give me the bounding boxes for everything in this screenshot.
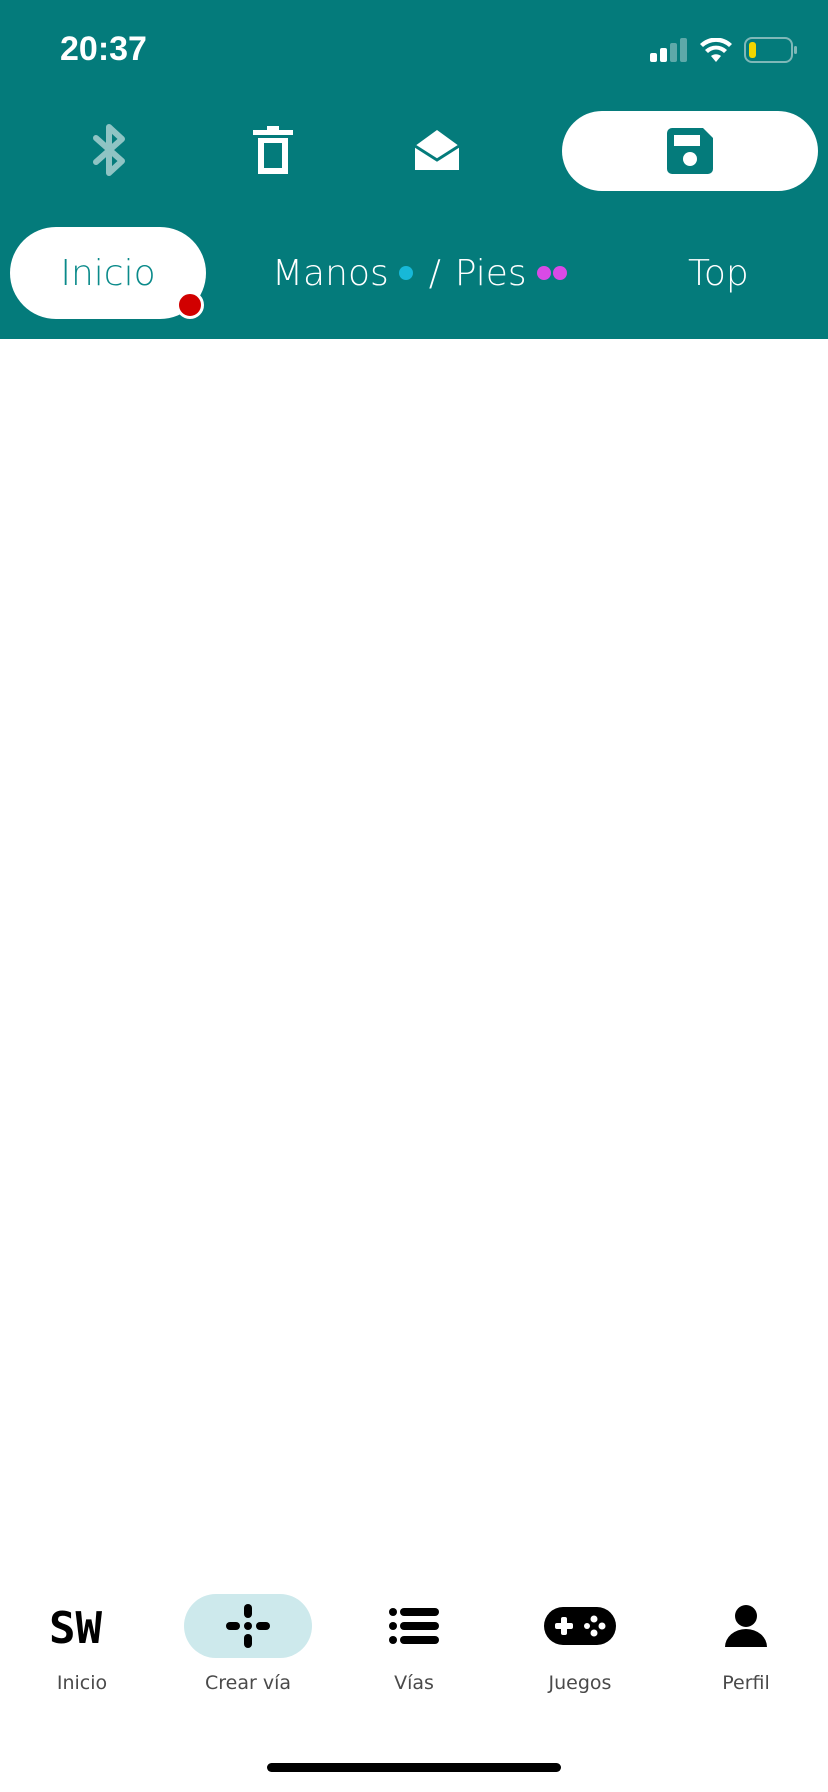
tab-separator: / — [428, 252, 441, 294]
nav-label-perfil: Perfil — [722, 1672, 770, 1694]
battery-low-icon — [744, 37, 797, 63]
nav-item-juegos[interactable]: Juegos — [510, 1570, 650, 1700]
app-header: 20:37 Inicio Manos / Pies Top — [0, 0, 828, 339]
wifi-icon — [700, 38, 732, 62]
tab-pies-label: Pies — [454, 252, 527, 294]
home-indicator — [267, 1763, 561, 1772]
main-content-area — [0, 339, 828, 1569]
floppy-save-icon — [667, 128, 713, 174]
save-button[interactable] — [562, 111, 818, 191]
tab-manos-label: Manos — [272, 252, 389, 294]
pies-dot-1 — [536, 266, 551, 280]
bottom-navigation: SW Inicio Crear vía Vías Juegos Perfil — [0, 1570, 828, 1720]
pies-dot-2 — [552, 266, 567, 280]
nav-item-crear-via[interactable]: Crear vía — [178, 1570, 318, 1700]
user-icon — [682, 1594, 810, 1658]
nav-label-vias: Vías — [394, 1672, 434, 1694]
status-time: 20:37 — [60, 30, 147, 68]
envelope-open-icon — [415, 130, 459, 170]
nav-item-perfil[interactable]: Perfil — [676, 1570, 816, 1700]
nav-item-inicio[interactable]: SW Inicio — [12, 1570, 152, 1700]
svg-text:SW: SW — [49, 1605, 102, 1647]
tab-bar: Inicio Manos / Pies Top — [0, 225, 828, 321]
gamepad-icon — [516, 1594, 644, 1658]
trash-icon — [253, 126, 293, 174]
notification-dot — [176, 291, 204, 319]
tab-top-label: Top — [688, 252, 749, 294]
tab-top[interactable]: Top — [688, 225, 749, 321]
crosshair-plus-icon — [184, 1594, 312, 1658]
list-icon — [350, 1594, 478, 1658]
bluetooth-icon — [93, 124, 125, 176]
nav-label-juegos: Juegos — [548, 1672, 612, 1694]
tab-inicio-label: Inicio — [60, 252, 156, 294]
delete-button[interactable] — [218, 105, 328, 195]
tab-manos-pies[interactable]: Manos / Pies — [272, 225, 567, 321]
sw-logo-icon: SW — [18, 1594, 146, 1658]
bluetooth-button[interactable] — [55, 105, 165, 195]
nav-item-vias[interactable]: Vías — [344, 1570, 484, 1700]
cellular-signal-icon — [650, 38, 687, 62]
messages-button[interactable] — [382, 105, 492, 195]
manos-dot — [398, 266, 413, 280]
nav-label-crear-via: Crear vía — [204, 1672, 291, 1694]
status-icons — [650, 34, 798, 66]
nav-label-inicio: Inicio — [56, 1672, 108, 1694]
